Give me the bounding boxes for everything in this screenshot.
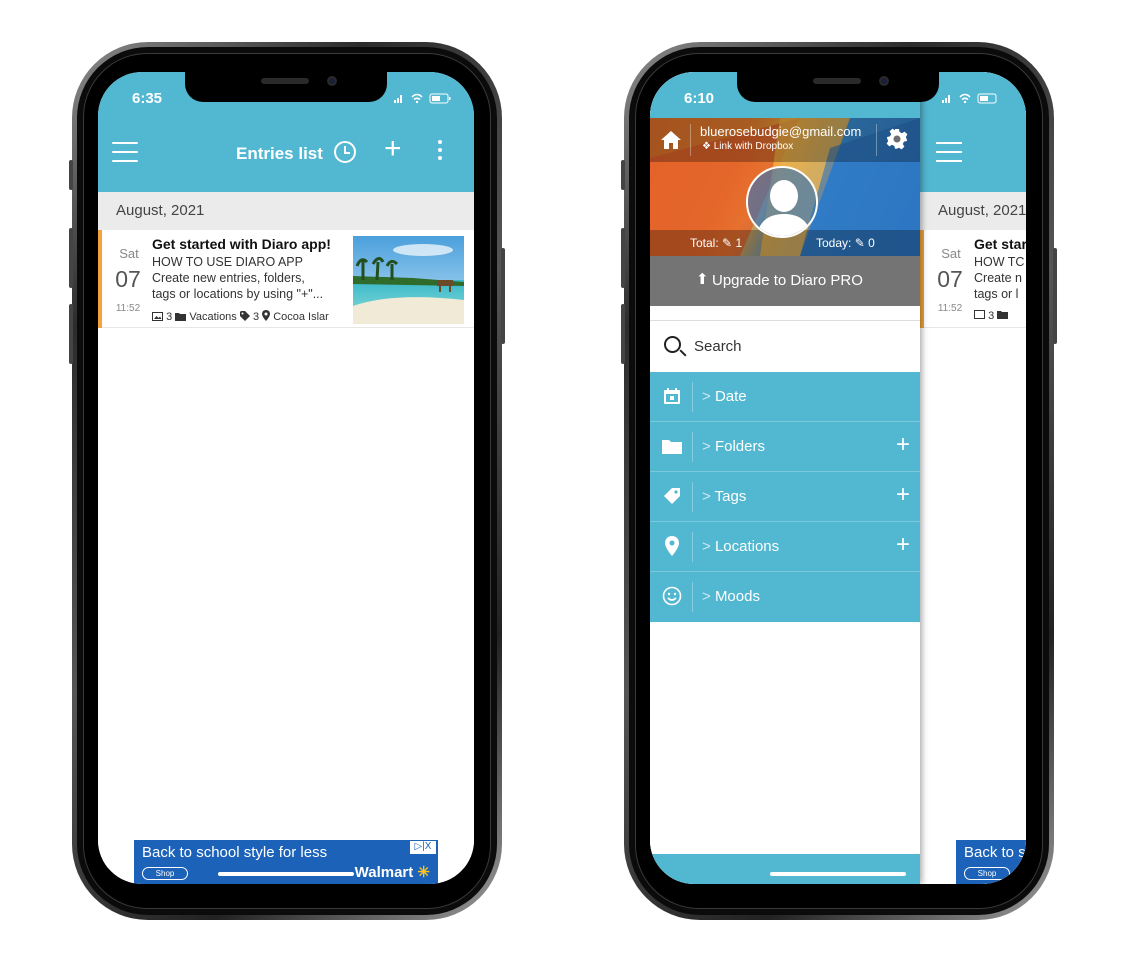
- power-button: [1053, 248, 1057, 344]
- upgrade-label: Upgrade to Diaro PRO: [712, 272, 863, 289]
- drawer-item-folders[interactable]: > Folders +: [650, 422, 920, 472]
- status-time: 6:10: [684, 90, 715, 107]
- power-button: [501, 248, 505, 344]
- search-icon: [664, 336, 681, 353]
- notch: [737, 72, 939, 102]
- entry-time: 11:52: [115, 303, 141, 314]
- calendar-icon: [662, 386, 682, 406]
- phone-mockup-left: 6:35 Entries list + August, 2021 Sat 07: [69, 42, 505, 920]
- tag-icon: [239, 311, 250, 321]
- mute-switch: [621, 160, 625, 190]
- drawer-item-tags[interactable]: > Tags +: [650, 472, 920, 522]
- folder-icon: [997, 311, 1009, 319]
- entry-text-line-2: Create new entries, folders,: [152, 271, 305, 285]
- entries-empty-area: [98, 328, 474, 868]
- drawer-empty-area: [650, 622, 920, 854]
- entry-title: Get started with Diaro app!: [152, 236, 331, 252]
- volume-down-button: [621, 304, 625, 364]
- app-bar: Entries list +: [98, 130, 474, 192]
- ad-shop-button[interactable]: Shop: [142, 867, 188, 880]
- folder-icon: [175, 313, 187, 321]
- add-location-button[interactable]: +: [896, 532, 910, 558]
- add-entry-button[interactable]: +: [384, 134, 402, 164]
- signal-wifi-battery-icon: [394, 93, 451, 104]
- entry-day-name: Sat: [119, 246, 139, 261]
- photo-icon: [152, 312, 163, 321]
- entry-meta: 3 Vacations 3 Cocoa Islar: [152, 310, 348, 323]
- volume-up-button: [621, 228, 625, 288]
- volume-up-button: [69, 228, 73, 288]
- screen-entries-list: 6:35 Entries list + August, 2021 Sat 07: [98, 72, 474, 884]
- add-folder-button[interactable]: +: [896, 432, 910, 458]
- ad-close-icon[interactable]: ▷|X: [410, 841, 436, 854]
- ad-brand: Walmart ✳: [354, 864, 430, 881]
- ad-banner[interactable]: Back to s Shop: [956, 840, 1026, 884]
- entry-photo-thumbnail: [353, 236, 464, 324]
- gear-icon[interactable]: [886, 128, 908, 150]
- ad-headline: Back to school style for less: [142, 844, 328, 861]
- volume-down-button: [69, 304, 73, 364]
- entry-text-line-3: tags or locations by using "+"...: [152, 287, 324, 301]
- drawer-item-locations[interactable]: > Locations +: [650, 522, 920, 572]
- location-name: Cocoa Islar: [273, 311, 329, 323]
- month-label: August, 2021: [116, 202, 205, 219]
- navigation-drawer: 6:10 bluerosebudgie@gmail.com ❖ Link wit…: [650, 72, 920, 884]
- entry-list-item[interactable]: Sat 07 11:52 Get started with Diaro app!…: [98, 230, 474, 328]
- smiley-icon: [662, 586, 682, 606]
- home-indicator: [218, 872, 354, 876]
- tag-count: 3: [252, 311, 260, 323]
- drawer-footer-bar: [650, 854, 920, 884]
- photo-icon: [974, 310, 985, 319]
- menu-hamburger-icon[interactable]: [936, 142, 962, 169]
- home-icon[interactable]: [660, 130, 682, 150]
- entry-list-item[interactable]: Sat 07 11:52 Get star HOW TC Create n ta…: [920, 230, 1026, 328]
- home-indicator: [770, 872, 906, 876]
- folder-name: Vacations: [189, 311, 237, 323]
- entry-text-line-1: HOW TO USE DIARO APP: [152, 255, 303, 269]
- today-entries-count: Today: ✎ 0: [816, 236, 875, 250]
- menu-hamburger-icon[interactable]: [112, 142, 138, 166]
- phone-mockup-right: August, 2021 Sat 07 11:52 Get star HOW T…: [621, 42, 1057, 920]
- more-vert-icon[interactable]: [438, 140, 442, 164]
- tag-icon: [662, 486, 682, 506]
- drawer-item-moods[interactable]: > Moods: [650, 572, 920, 622]
- entry-color-accent: [98, 230, 102, 328]
- clock-icon[interactable]: [334, 141, 356, 163]
- signal-wifi-battery-icon: [942, 93, 997, 104]
- photo-count: 3: [166, 311, 173, 323]
- upgrade-pro-button[interactable]: ⬆ Upgrade to Diaro PRO: [650, 256, 920, 306]
- page-title: Entries list: [236, 144, 323, 163]
- upgrade-arrow-icon: ⬆: [696, 271, 709, 288]
- user-silhouette-icon: [748, 168, 816, 236]
- add-tag-button[interactable]: +: [896, 482, 910, 508]
- dropbox-icon: ❖: [702, 141, 711, 152]
- dropbox-link[interactable]: ❖ Link with Dropbox: [702, 141, 793, 152]
- search-placeholder: Search: [694, 338, 742, 355]
- status-time: 6:35: [132, 90, 163, 107]
- avatar[interactable]: [746, 166, 824, 238]
- pencil-icon: ✎: [722, 236, 733, 250]
- drawer-header: bluerosebudgie@gmail.com ❖ Link with Dro…: [650, 118, 920, 256]
- screen-navigation-drawer: August, 2021 Sat 07 11:52 Get star HOW T…: [650, 72, 1026, 884]
- background-entries-list[interactable]: August, 2021 Sat 07 11:52 Get star HOW T…: [920, 72, 1026, 884]
- folder-icon: [662, 436, 682, 456]
- search-input[interactable]: Search: [650, 320, 920, 372]
- walmart-spark-icon: ✳: [417, 864, 430, 881]
- location-pin-icon: [262, 310, 271, 321]
- status-icons: [394, 92, 452, 107]
- total-entries-count: Total: ✎ 1: [690, 236, 743, 250]
- entry-day-number: 07: [115, 266, 141, 292]
- mute-switch: [69, 160, 73, 190]
- month-header: August, 2021: [98, 192, 474, 230]
- drawer-item-date[interactable]: > Date: [650, 372, 920, 422]
- drawer-menu: > Date > Folders + > Tags + > Locations …: [650, 372, 920, 622]
- account-email: bluerosebudgie@gmail.com: [700, 124, 862, 139]
- pencil-icon: ✎: [854, 236, 865, 250]
- location-pin-icon: [662, 536, 682, 556]
- month-label: August, 2021: [938, 202, 1026, 219]
- notch: [185, 72, 387, 102]
- ad-banner[interactable]: Back to school style for less Shop Walma…: [134, 840, 438, 884]
